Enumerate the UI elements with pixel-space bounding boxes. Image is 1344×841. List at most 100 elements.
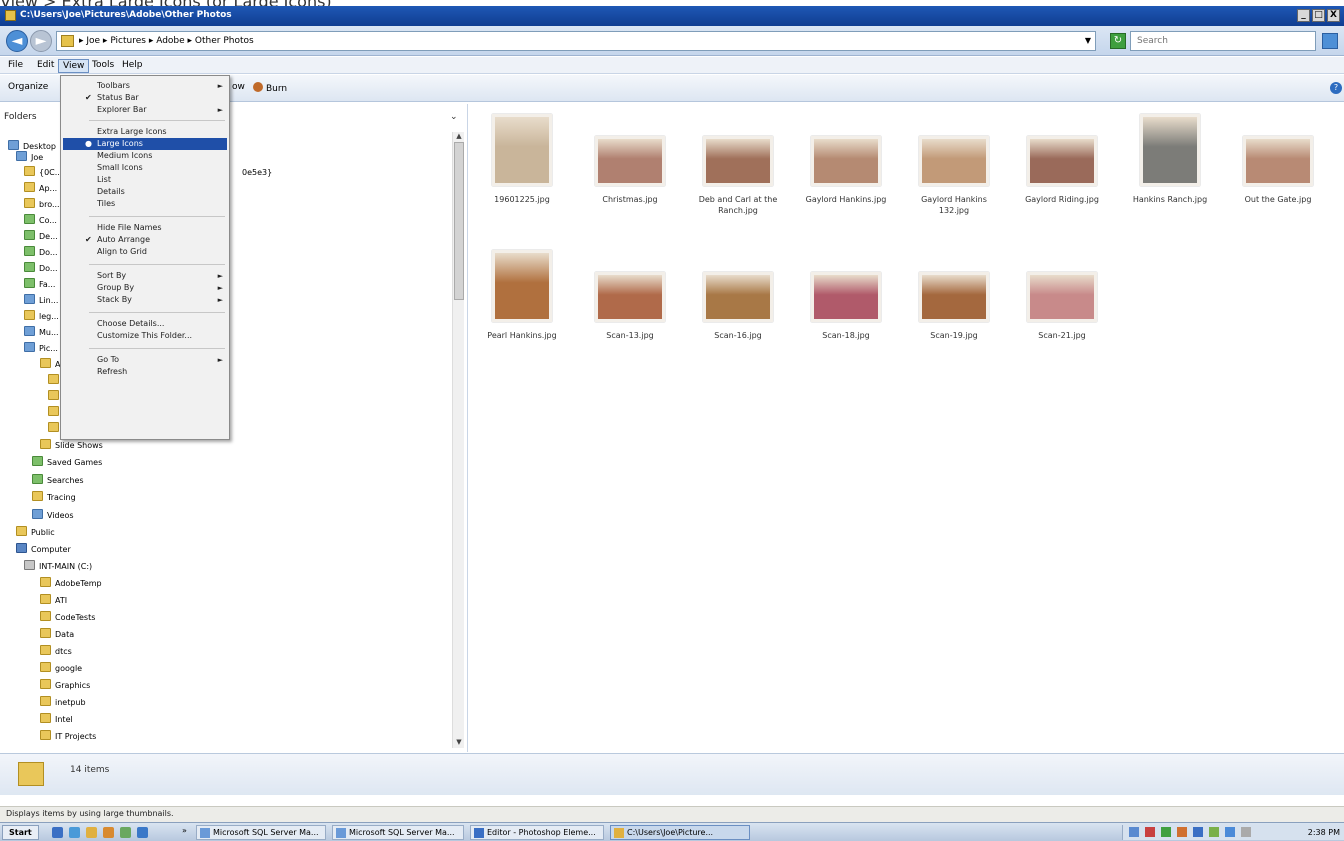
menu-item-stack-by[interactable]: Stack By ► [63, 294, 227, 306]
tray-icon[interactable] [1177, 827, 1187, 837]
tree-item[interactable]: leg... [24, 310, 59, 323]
organize-button[interactable]: Organize [8, 82, 48, 92]
file-item[interactable]: Deb and Carl at the Ranch.jpg [694, 110, 782, 216]
menu-item-large-icons[interactable]: ● Large Icons [63, 138, 227, 150]
file-item[interactable]: Scan-21.jpg [1018, 246, 1106, 341]
tree-item[interactable]: Slide Shows [40, 439, 103, 452]
close-button[interactable]: X [1327, 9, 1340, 22]
network-icon[interactable] [1209, 827, 1219, 837]
folder-icon[interactable] [86, 827, 97, 838]
file-item[interactable]: 19601225.jpg [478, 110, 566, 205]
file-item[interactable]: Hankins Ranch.jpg [1126, 110, 1214, 205]
tree-item[interactable]: bro... [24, 198, 60, 211]
menu-view[interactable]: View [58, 59, 90, 73]
tree-item[interactable]: Lin... [24, 294, 58, 307]
menu-item-refresh[interactable]: Refresh [63, 366, 227, 378]
file-item[interactable]: Scan-16.jpg [694, 246, 782, 341]
tree-item[interactable]: Fa... [24, 278, 55, 291]
menu-item-details[interactable]: Details [63, 186, 227, 198]
window-titlebar[interactable]: C:\Users\Joe\Pictures\Adobe\Other Photos… [0, 6, 1344, 26]
burn-button[interactable]: Burn [253, 82, 287, 94]
tree-item[interactable]: CodeTests [40, 611, 95, 624]
menu-item-status-bar[interactable]: ✔ Status Bar [63, 92, 227, 104]
back-button[interactable]: ◄ [6, 30, 28, 52]
menu-item-go-to[interactable]: Go To ► [63, 354, 227, 366]
app-icon[interactable] [137, 827, 148, 838]
file-item[interactable]: Pearl Hankins.jpg [478, 246, 566, 341]
menu-file[interactable]: File [4, 59, 27, 71]
chevron-down-icon[interactable]: ⌄ [450, 112, 458, 122]
tree-item[interactable]: Graphics [40, 679, 90, 692]
tree-item[interactable]: dtcs [40, 645, 72, 658]
taskbar-task[interactable]: Editor - Photoshop Eleme... [470, 825, 604, 840]
tray-icon[interactable] [1129, 827, 1139, 837]
file-item[interactable]: Gaylord Hankins 132.jpg [910, 110, 998, 216]
nav-scrollbar[interactable]: ▲ ▼ [452, 132, 464, 748]
file-item[interactable]: Scan-19.jpg [910, 246, 998, 341]
file-item[interactable]: Scan-18.jpg [802, 246, 890, 341]
taskbar-task[interactable]: Microsoft SQL Server Ma... [332, 825, 464, 840]
slide-show-button[interactable]: ow [232, 82, 245, 92]
help-icon[interactable]: ? [1330, 82, 1342, 94]
taskbar-task[interactable]: Microsoft SQL Server Ma... [196, 825, 326, 840]
tree-item[interactable]: Mu... [24, 326, 59, 339]
tree-item[interactable]: De... [24, 230, 58, 243]
menu-item-list[interactable]: List [63, 174, 227, 186]
tree-item[interactable]: INT-MAIN (C:) [24, 560, 92, 573]
tray-icon[interactable] [1225, 827, 1235, 837]
menu-item-small-icons[interactable]: Small Icons [63, 162, 227, 174]
file-item[interactable]: Gaylord Riding.jpg [1018, 110, 1106, 205]
quick-launch-more-icon[interactable]: » [182, 826, 187, 835]
taskbar-task[interactable]: C:\Users\Joe\Picture... [610, 825, 750, 840]
scroll-thumb[interactable] [454, 142, 464, 300]
forward-button[interactable]: ► [30, 30, 52, 52]
search-input[interactable] [1130, 31, 1316, 51]
menu-item-toolbars[interactable]: Toolbars ► [63, 80, 227, 92]
menu-item-hide-file-names[interactable]: Hide File Names [63, 222, 227, 234]
tray-icon[interactable] [1161, 827, 1171, 837]
search-icon[interactable] [1322, 33, 1338, 49]
internet-explorer-icon[interactable] [69, 827, 80, 838]
folders-header[interactable]: Folders [4, 112, 37, 122]
menu-item-choose-details[interactable]: Choose Details... [63, 318, 227, 330]
menu-tools[interactable]: Tools [88, 59, 118, 71]
address-path[interactable]: ▸ Joe ▸ Pictures ▸ Adobe ▸ Other Photos … [56, 31, 1096, 51]
app-icon[interactable] [120, 827, 131, 838]
menu-item-medium-icons[interactable]: Medium Icons [63, 150, 227, 162]
maximize-button[interactable]: □ [1312, 9, 1325, 22]
menu-item-align-to-grid[interactable]: Align to Grid [63, 246, 227, 258]
file-item[interactable]: Christmas.jpg [586, 110, 674, 205]
tree-item[interactable]: Data [40, 628, 74, 641]
tree-item[interactable]: Intel [40, 713, 73, 726]
tree-item[interactable]: ATI [40, 594, 67, 607]
menu-item-auto-arrange[interactable]: ✔ Auto Arrange [63, 234, 227, 246]
tray-icon[interactable] [1145, 827, 1155, 837]
tree-item[interactable]: AdobeTemp [40, 577, 102, 590]
menu-item-tiles[interactable]: Tiles [63, 198, 227, 210]
refresh-icon[interactable]: ↻ [1110, 33, 1126, 49]
tree-item[interactable]: Computer [16, 543, 71, 556]
tree-item[interactable]: Saved Games [32, 456, 102, 469]
menu-help[interactable]: Help [118, 59, 147, 71]
clock[interactable]: 2:38 PM [1308, 825, 1340, 840]
tray-icon[interactable] [1241, 827, 1251, 837]
scroll-down-icon[interactable]: ▼ [453, 738, 465, 748]
tree-item[interactable]: Pic... [24, 342, 58, 355]
menu-edit[interactable]: Edit [33, 59, 58, 71]
tree-item[interactable]: {0C... 0e5e3} [24, 166, 272, 179]
tree-item[interactable]: Do... [24, 262, 58, 275]
file-item[interactable]: Scan-13.jpg [586, 246, 674, 341]
tree-item[interactable]: Tracing [32, 491, 76, 504]
app-icon[interactable] [103, 827, 114, 838]
file-item[interactable]: Gaylord Hankins.jpg [802, 110, 890, 205]
tree-item[interactable]: Do... [24, 246, 58, 259]
chevron-down-icon[interactable]: ▼ [1085, 32, 1091, 50]
menu-item-sort-by[interactable]: Sort By ► [63, 270, 227, 282]
tree-item[interactable]: Searches [32, 474, 84, 487]
tree-item[interactable]: Joe [16, 151, 43, 164]
tree-item[interactable]: IT Projects [40, 730, 96, 743]
menu-item-group-by[interactable]: Group By ► [63, 282, 227, 294]
tree-item[interactable]: Co... [24, 214, 57, 227]
file-item[interactable]: Out the Gate.jpg [1234, 110, 1322, 205]
tree-item[interactable]: google [40, 662, 82, 675]
